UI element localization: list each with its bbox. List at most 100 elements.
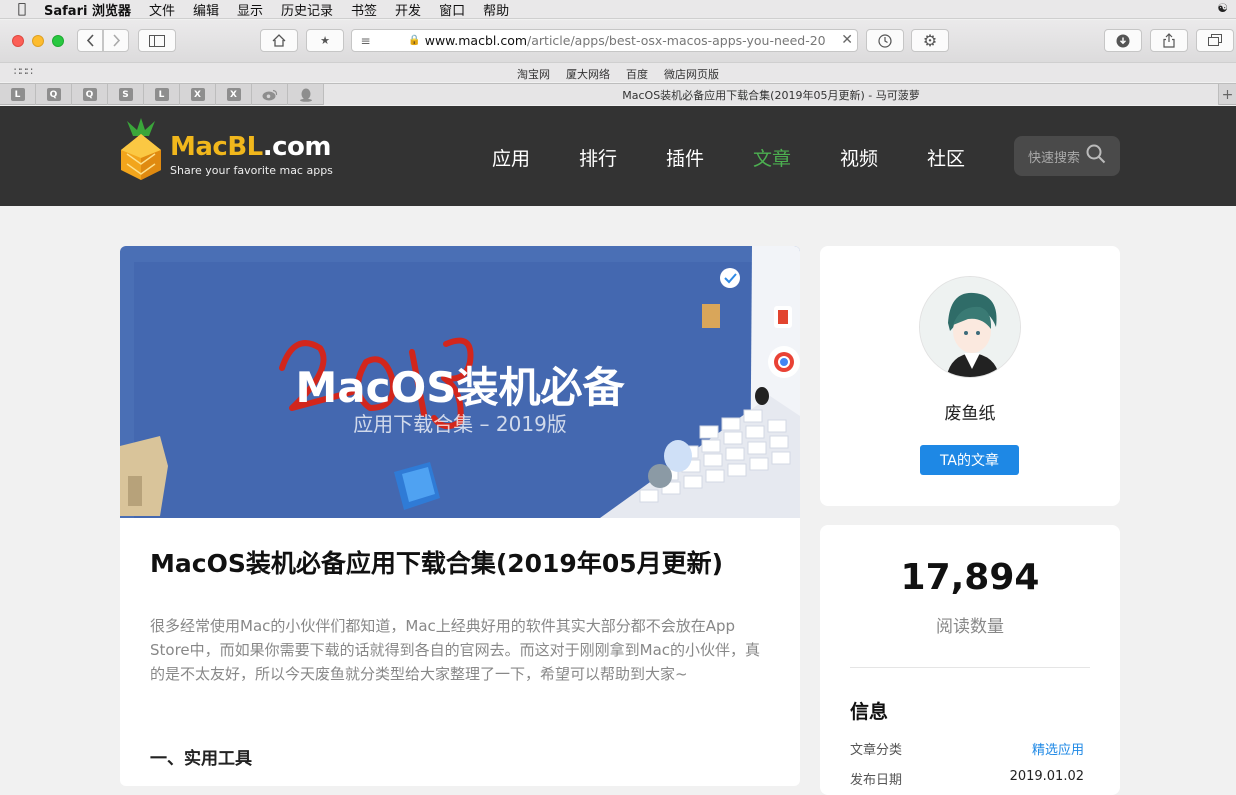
menu-help[interactable]: 帮助 (483, 0, 509, 19)
pinned-tab-x-icon: X (190, 88, 205, 101)
browser-toolbar: ★ ≡ 🔒 www.macbl.com /article/apps/best-o… (0, 20, 1236, 62)
favorite-baidu[interactable]: 百度 (626, 66, 648, 82)
info-label: 文章分类 (850, 743, 903, 758)
history-button[interactable] (866, 29, 904, 52)
share-button[interactable] (1150, 29, 1188, 52)
home-button[interactable] (260, 29, 298, 52)
pinned-tab-x-icon: X (226, 88, 241, 101)
info-row-date: 发布日期 2019.01.02 (850, 769, 1084, 788)
nav-plugins[interactable]: 插件 (666, 144, 704, 171)
pinned-tab[interactable]: L (144, 84, 180, 105)
chevron-right-icon (112, 34, 120, 47)
logo-text: MacBL.com (170, 132, 331, 162)
sidebar-toggle-button[interactable] (138, 29, 176, 52)
article-hero-image[interactable]: MacOS装机必备 应用下载合集 – 2019版 (120, 246, 800, 518)
download-icon (1116, 34, 1130, 47)
article-intro: 很多经常使用Mac的小伙伴们都知道，Mac上经典好用的软件其实大部分都不会放在A… (150, 617, 761, 683)
menu-view[interactable]: 显示 (237, 0, 263, 19)
publish-date: 2019.01.02 (1009, 769, 1084, 784)
chevron-left-icon (86, 34, 94, 47)
pinned-tab-s-icon: S (118, 88, 133, 101)
pinned-tab[interactable]: Q (72, 84, 108, 105)
weibo-icon (262, 89, 277, 100)
back-button[interactable] (77, 29, 103, 52)
pinned-tab-q-icon: Q (82, 88, 97, 101)
nav-articles[interactable]: 文章 (753, 144, 791, 171)
nav-rankings[interactable]: 排行 (579, 144, 617, 171)
bookmarks-button[interactable]: ★ (306, 29, 344, 52)
new-tab-button[interactable]: + (1218, 84, 1236, 105)
status-icon[interactable]: ☯ (1217, 1, 1228, 15)
info-row-category: 文章分类 精选应用 (850, 739, 1084, 758)
nav-apps[interactable]: 应用 (492, 144, 530, 171)
zoom-window-button[interactable] (52, 35, 64, 47)
apple-icon[interactable]:  (0, 1, 44, 17)
logo-tagline: Share your favorite mac apps (170, 164, 333, 177)
forward-button[interactable] (103, 29, 129, 52)
active-tab[interactable]: MacOS装机必备应用下载合集(2019年05月更新) - 马可菠萝 (324, 84, 1218, 105)
gear-icon: ⚙ (922, 31, 938, 50)
url-path: /article/apps/best-osx-macos-apps-you-ne… (527, 33, 826, 48)
tab-overview-button[interactable] (1196, 29, 1234, 52)
author-avatar[interactable] (919, 276, 1021, 378)
pinned-tab[interactable] (288, 84, 324, 105)
pinned-tab[interactable]: X (180, 84, 216, 105)
logo-main: MacBL (170, 132, 263, 162)
star-icon: ★ (320, 34, 330, 47)
favorite-taobao[interactable]: 淘宝网 (517, 66, 550, 82)
section-heading: 一、实用工具 (150, 749, 252, 769)
pinned-tab-l-icon: L (10, 88, 25, 101)
tabs-icon (1208, 34, 1222, 46)
avatar-illustration (920, 277, 1020, 377)
plus-icon: + (1221, 86, 1234, 103)
favorites-bar: ∷∷∷ 淘宝网 厦大网络 百度 微店网页版 (0, 62, 1236, 82)
menu-app-name[interactable]: Safari 浏览器 (44, 0, 131, 19)
site-logo[interactable]: MacBL.com Share your favorite mac apps (119, 118, 339, 184)
extensions-button[interactable]: ⚙ (911, 29, 949, 52)
pinned-tab[interactable] (252, 84, 288, 105)
qq-icon (299, 88, 312, 102)
close-window-button[interactable] (12, 35, 24, 47)
url-host: www.macbl.com (424, 33, 528, 48)
stop-loading-icon[interactable]: ✕ (841, 32, 853, 48)
menu-file[interactable]: 文件 (149, 0, 175, 19)
view-count-label: 阅读数量 (936, 617, 1004, 637)
pinned-tab[interactable]: Q (36, 84, 72, 105)
search-icon (1086, 144, 1106, 169)
menu-edit[interactable]: 编辑 (193, 0, 219, 19)
menu-window[interactable]: 窗口 (439, 0, 465, 19)
pinned-tab[interactable]: X (216, 84, 252, 105)
menu-history[interactable]: 历史记录 (281, 0, 333, 19)
logo-domain: .com (262, 132, 332, 162)
author-articles-button[interactable]: TA的文章 (920, 445, 1019, 475)
category-link[interactable]: 精选应用 (1032, 739, 1084, 758)
favorite-weidian[interactable]: 微店网页版 (664, 66, 719, 82)
nav-videos[interactable]: 视频 (840, 144, 878, 171)
menu-bookmarks[interactable]: 书签 (351, 0, 377, 19)
quick-search[interactable]: 快速搜索 (1014, 136, 1120, 176)
nav-community[interactable]: 社区 (927, 144, 965, 171)
divider (850, 667, 1090, 668)
archive-box-illustration (120, 436, 168, 516)
menu-bar:  Safari 浏览器 文件 编辑 显示 历史记录 书签 开发 窗口 帮助 ☯ (0, 0, 1236, 19)
article-card: MacOS装机必备 应用下载合集 – 2019版 MacOS装机必备应用下载合集… (120, 246, 800, 786)
address-bar[interactable]: ≡ 🔒 www.macbl.com /article/apps/best-osx… (351, 29, 858, 52)
lock-icon: 🔒 (408, 35, 421, 46)
pinned-tab[interactable]: L (0, 84, 36, 105)
site-header: MacBL.com Share your favorite mac apps 应… (0, 106, 1236, 206)
tab-bar: L Q Q S L X X MacOS装机必备应用下载合集(2019年05月更新… (0, 83, 1236, 105)
active-tab-title: MacOS装机必备应用下载合集(2019年05月更新) - 马可菠萝 (622, 88, 920, 102)
article-title: MacOS装机必备应用下载合集(2019年05月更新) (150, 549, 724, 578)
minimize-window-button[interactable] (32, 35, 44, 47)
downloads-button[interactable] (1104, 29, 1142, 52)
reader-icon[interactable]: ≡ (352, 34, 379, 48)
share-icon (1163, 33, 1175, 48)
app-store-book-illustration (394, 462, 440, 510)
grid-icon[interactable]: ∷∷∷ (14, 65, 33, 78)
hero-subtitle: 应用下载合集 – 2019版 (353, 412, 567, 436)
pinned-tab-l-icon: L (154, 88, 169, 101)
favorite-xmu[interactable]: 厦大网络 (566, 66, 610, 82)
menu-develop[interactable]: 开发 (395, 0, 421, 19)
pineapple-logo-icon (121, 118, 161, 180)
pinned-tab[interactable]: S (108, 84, 144, 105)
